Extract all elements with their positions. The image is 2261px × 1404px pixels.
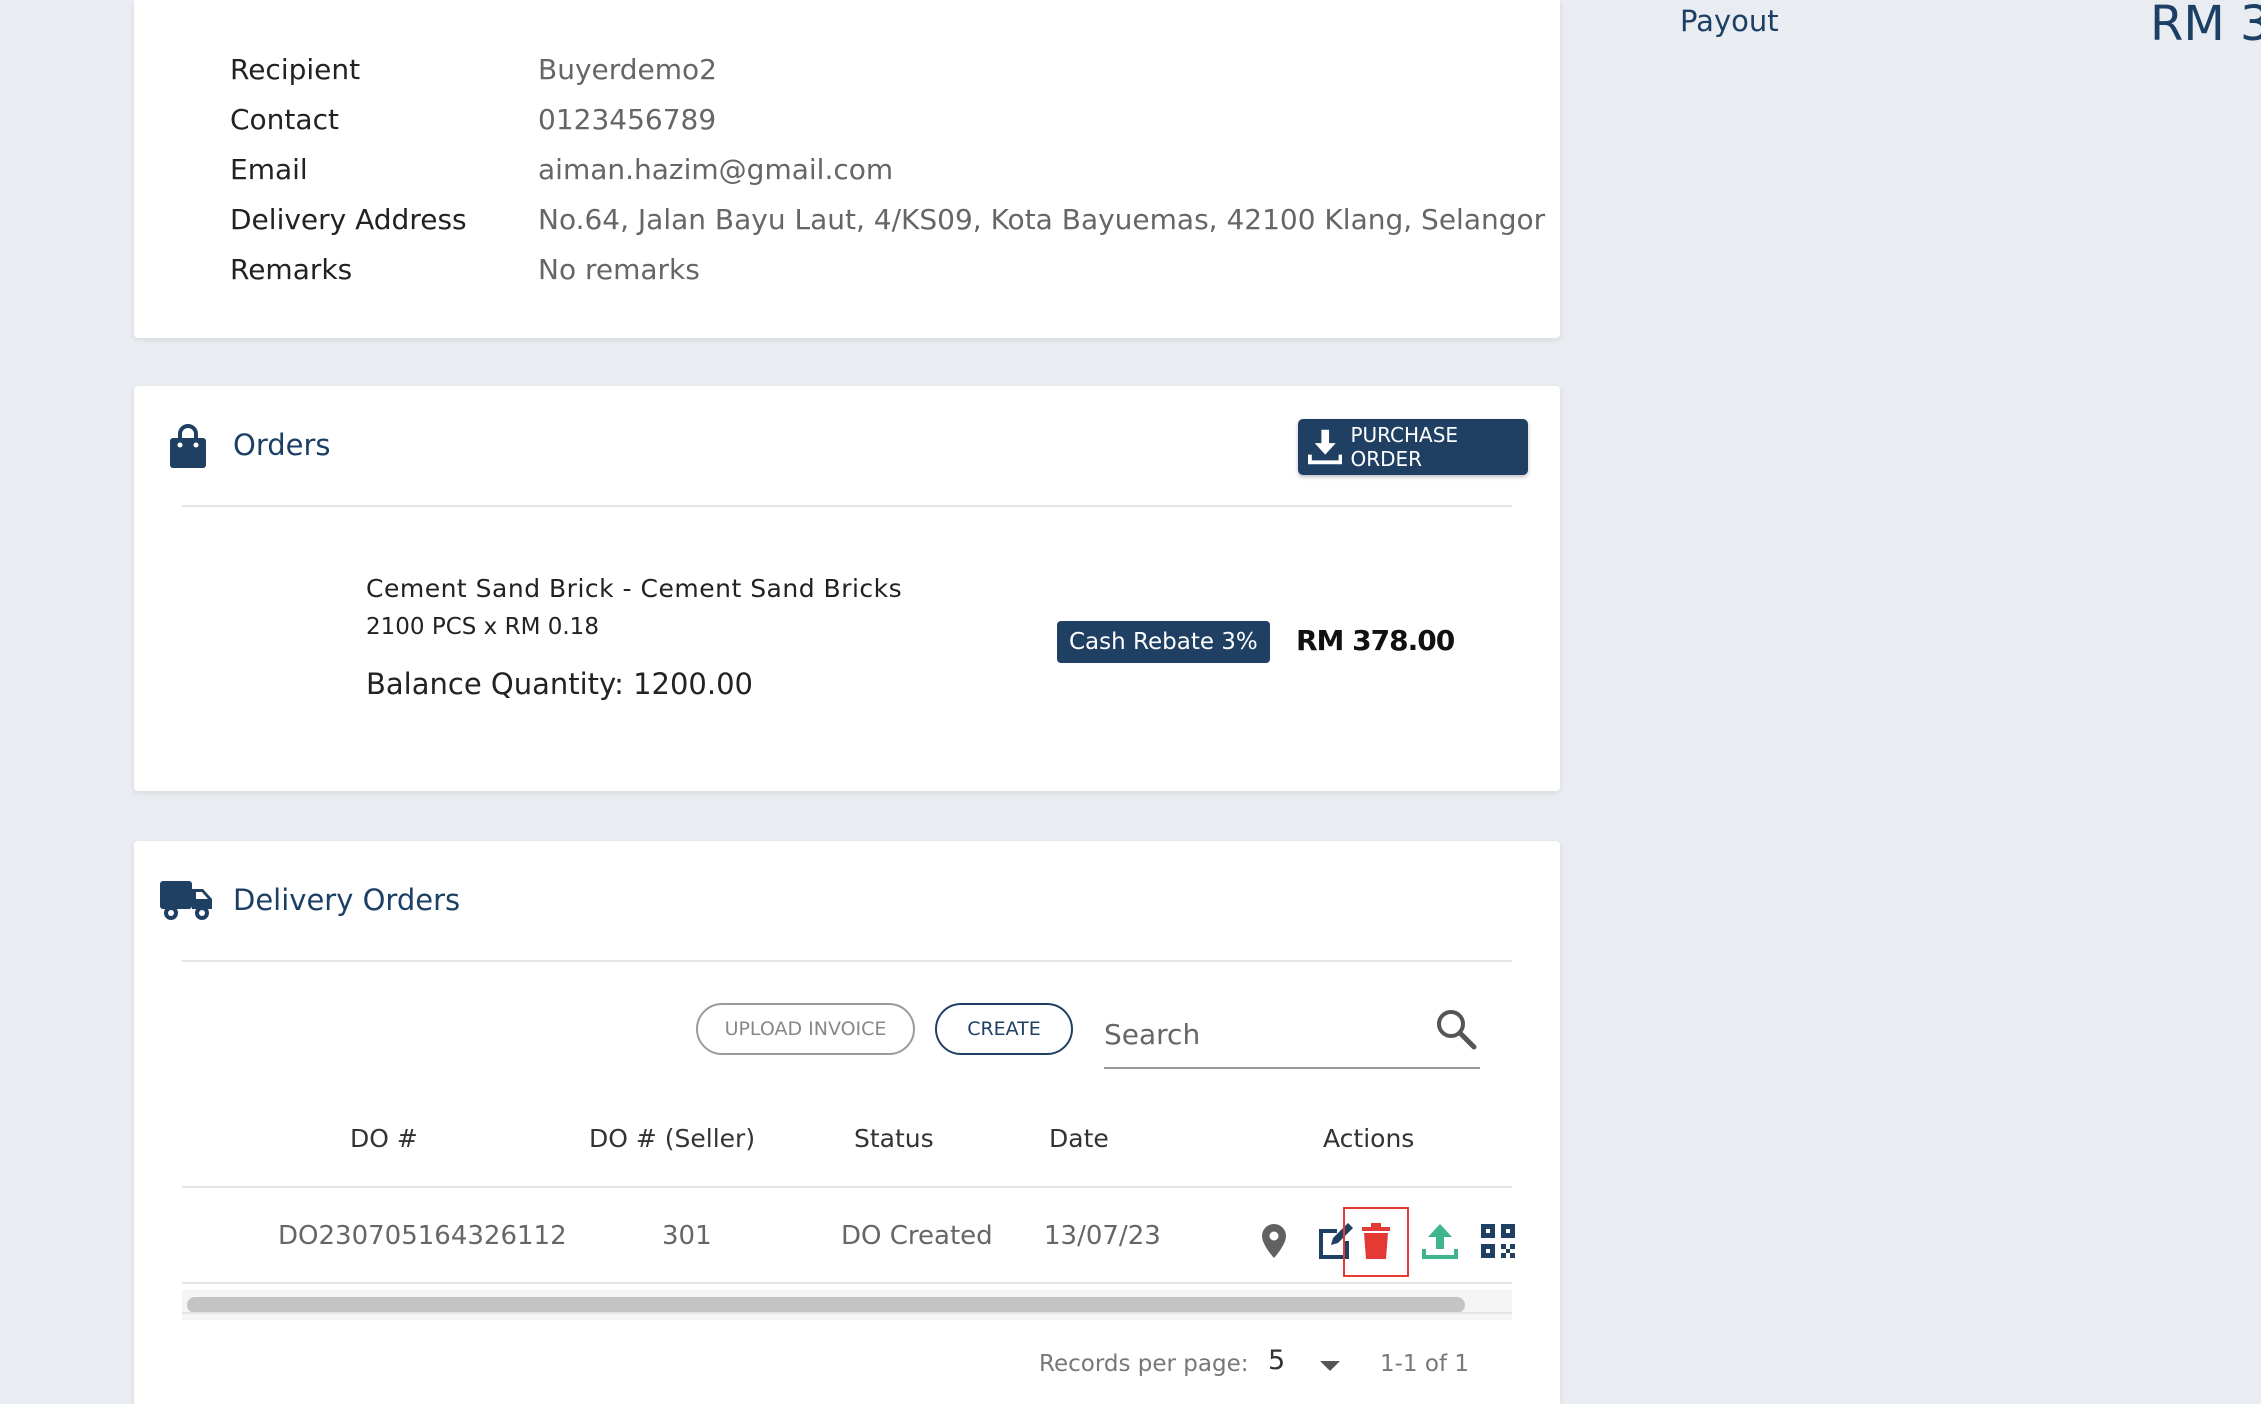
contact-value: 0123456789: [538, 103, 717, 136]
orders-title: Orders: [233, 428, 331, 462]
cell-do-seller: 301: [662, 1221, 712, 1251]
search-box: [1104, 1003, 1480, 1069]
remarks-value: No remarks: [538, 253, 700, 286]
delivery-orders-divider: [182, 960, 1512, 962]
chevron-down-icon: [1320, 1361, 1340, 1371]
orders-divider: [182, 505, 1512, 507]
cell-status: DO Created: [841, 1221, 993, 1251]
cell-do-number: DO230705164326112: [278, 1221, 567, 1251]
trash-icon: [1362, 1223, 1390, 1259]
records-per-page-value: 5: [1268, 1345, 1286, 1376]
delivery-address-value: No.64, Jalan Bayu Laut, 4/KS09, Kota Bay…: [538, 203, 1546, 236]
recipient-info-card: Recipient Buyerdemo2 Contact 0123456789 …: [134, 0, 1560, 338]
scrollbar-thumb[interactable]: [187, 1297, 1465, 1313]
map-pin-button[interactable]: [1250, 1217, 1298, 1265]
recipient-label: Recipient: [230, 53, 361, 86]
purchase-order-label: PURCHASE ORDER: [1350, 423, 1459, 471]
email-label: Email: [230, 153, 308, 186]
order-balance-quantity: Balance Quantity: 1200.00: [366, 667, 753, 701]
column-header-do-number[interactable]: DO #: [350, 1124, 418, 1153]
cash-rebate-badge: Cash Rebate 3%: [1057, 621, 1270, 663]
delete-button[interactable]: [1352, 1217, 1400, 1265]
contact-label: Contact: [230, 103, 339, 136]
email-value: aiman.hazim@gmail.com: [538, 153, 894, 186]
order-item-name: Cement Sand Brick - Cement Sand Bricks: [366, 574, 903, 603]
map-pin-icon: [1262, 1224, 1286, 1258]
column-header-date[interactable]: Date: [1049, 1124, 1109, 1153]
purchase-order-button[interactable]: PURCHASE ORDER: [1298, 419, 1528, 475]
column-header-actions: Actions: [1323, 1124, 1415, 1153]
payout-amount: RM 3: [2150, 0, 2261, 52]
create-button[interactable]: CREATE: [935, 1003, 1073, 1055]
search-input[interactable]: [1104, 1009, 1424, 1059]
delivery-address-label: Delivery Address: [230, 203, 467, 236]
upload-invoice-button[interactable]: UPLOAD INVOICE: [696, 1003, 915, 1055]
column-header-do-seller[interactable]: DO # (Seller): [589, 1124, 755, 1153]
table-footer-divider: [182, 1312, 1512, 1314]
shopping-bag-icon: [170, 424, 206, 468]
qr-code-button[interactable]: [1474, 1217, 1522, 1265]
horizontal-scrollbar[interactable]: [182, 1290, 1512, 1320]
order-item-quantity: 2100 PCS x RM 0.18: [366, 614, 599, 640]
truck-icon: [160, 881, 212, 920]
upload-icon: [1422, 1224, 1458, 1259]
orders-card: Orders PURCHASE ORDER Cement Sand Brick …: [134, 386, 1560, 791]
cell-date: 13/07/23: [1044, 1221, 1161, 1251]
remarks-label: Remarks: [230, 253, 353, 286]
recipient-value: Buyerdemo2: [538, 53, 717, 86]
table-header-divider: [182, 1186, 1512, 1188]
page-range: 1-1 of 1: [1380, 1351, 1469, 1377]
order-item-price: RM 378.00: [1296, 624, 1455, 657]
delivery-orders-card: Delivery Orders UPLOAD INVOICE CREATE DO…: [134, 841, 1560, 1404]
delivery-orders-title: Delivery Orders: [233, 883, 461, 917]
payout-label: Payout: [1680, 4, 1779, 38]
column-header-status[interactable]: Status: [854, 1124, 934, 1153]
records-per-page-label: Records per page:: [1039, 1351, 1249, 1377]
search-icon[interactable]: [1434, 1007, 1478, 1051]
delivery-orders-header: Delivery Orders: [134, 841, 1560, 961]
download-icon: [1308, 429, 1343, 465]
qr-code-icon: [1481, 1224, 1515, 1258]
table-row-divider: [182, 1282, 1512, 1284]
records-per-page-select[interactable]: 5: [1268, 1345, 1358, 1385]
orders-header: Orders PURCHASE ORDER: [134, 386, 1560, 506]
upload-button[interactable]: [1416, 1217, 1464, 1265]
